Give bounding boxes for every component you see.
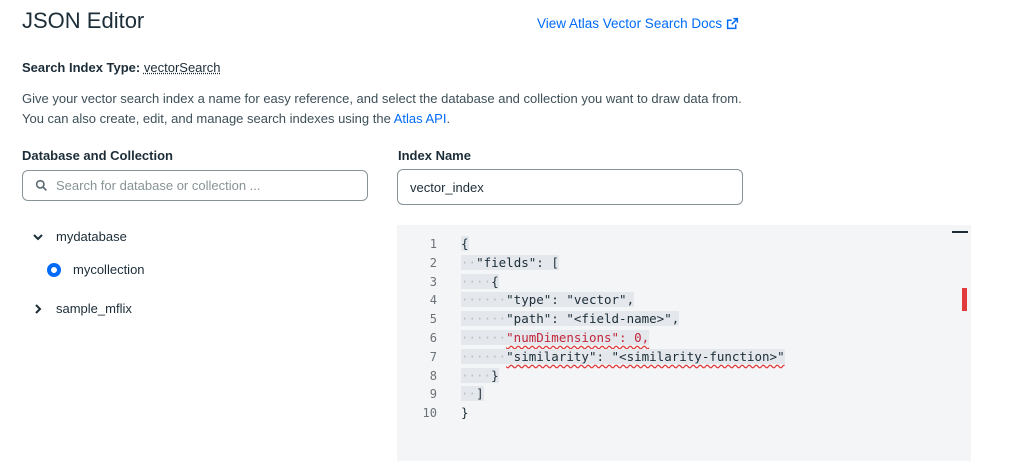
- page-title: JSON Editor: [22, 8, 145, 33]
- code-line: }: [461, 404, 785, 423]
- external-link-icon: [726, 17, 739, 30]
- code-line: ······"similarity": "<similarity-functio…: [461, 348, 785, 364]
- line-number: 3: [429, 274, 437, 289]
- line-number: 4: [429, 293, 437, 308]
- docs-link-label: View Atlas Vector Search Docs: [537, 16, 723, 31]
- code-text: "path": "<field-name>",: [506, 311, 680, 327]
- code-line: ··]: [461, 386, 484, 402]
- line-number: 8: [429, 368, 437, 383]
- code-line: ····{: [461, 273, 499, 289]
- code-text: {: [461, 236, 469, 251]
- index-name-box[interactable]: [397, 169, 743, 205]
- code-text: "similarity": "<similarity-function>": [506, 348, 785, 364]
- index-name-label: Index Name: [398, 148, 471, 163]
- code-text: "type": "vector",: [506, 292, 635, 308]
- description-text: Give your vector search index a name for…: [22, 91, 742, 126]
- tree-item-label: sample_mflix: [56, 301, 132, 316]
- search-icon: [35, 179, 47, 191]
- tree-item-mycollection[interactable]: mycollection: [47, 262, 145, 277]
- line-number: 7: [429, 349, 437, 364]
- code-text: }: [491, 367, 499, 383]
- line-number: 5: [429, 312, 437, 327]
- database-search-input[interactable]: [56, 178, 346, 193]
- index-type-line: Search Index Type: vectorSearch: [22, 60, 220, 75]
- tree-item-label: mycollection: [73, 262, 145, 277]
- code-text: "numDimensions": 0,: [506, 329, 650, 345]
- code-text: }: [461, 405, 469, 421]
- scrollbar-top[interactable]: [952, 231, 968, 233]
- code-text: {: [491, 273, 499, 289]
- description: Give your vector search index a name for…: [22, 89, 742, 129]
- tree-item-label: mydatabase: [56, 229, 127, 244]
- line-number-gutter: 1 2 3 4 5 6 7 8 9 10: [397, 235, 437, 423]
- description-end: .: [446, 111, 451, 126]
- code-line: ······"path": "<field-name>",: [461, 311, 680, 327]
- json-editor[interactable]: 1 2 3 4 5 6 7 8 9 10 { ··"fields": [ ···…: [397, 225, 971, 461]
- line-number: 9: [429, 387, 437, 402]
- scrollbar-error-marker: [962, 288, 967, 311]
- chevron-down-icon: [33, 233, 43, 240]
- docs-link[interactable]: View Atlas Vector Search Docs: [537, 16, 739, 31]
- code-text: "fields": [: [476, 254, 559, 270]
- tree-item-sample-mflix[interactable]: sample_mflix: [32, 301, 132, 316]
- index-type-value: vectorSearch: [143, 60, 221, 75]
- code-area[interactable]: { ··"fields": [ ····{ ······"type": "vec…: [461, 235, 785, 423]
- line-number: 2: [429, 255, 437, 270]
- index-type-label: Search Index Type:: [22, 60, 141, 75]
- line-number: 6: [429, 330, 437, 345]
- chevron-right-icon: [35, 303, 42, 314]
- code-line: ····}: [461, 367, 499, 383]
- database-collection-label: Database and Collection: [22, 148, 173, 163]
- radio-selected-icon: [47, 262, 61, 277]
- code-line: ··"fields": [: [461, 254, 559, 270]
- atlas-api-link[interactable]: Atlas API: [394, 111, 447, 126]
- line-number: 10: [422, 406, 437, 421]
- database-search-box[interactable]: [22, 170, 368, 201]
- code-line: ······"type": "vector",: [461, 292, 635, 308]
- index-name-input[interactable]: [410, 179, 730, 195]
- code-line: ······"numDimensions": 0,: [461, 329, 650, 345]
- line-number: 1: [429, 237, 437, 251]
- tree-item-mydatabase[interactable]: mydatabase: [32, 229, 127, 244]
- code-line: {: [461, 235, 785, 254]
- code-text: ]: [476, 386, 484, 402]
